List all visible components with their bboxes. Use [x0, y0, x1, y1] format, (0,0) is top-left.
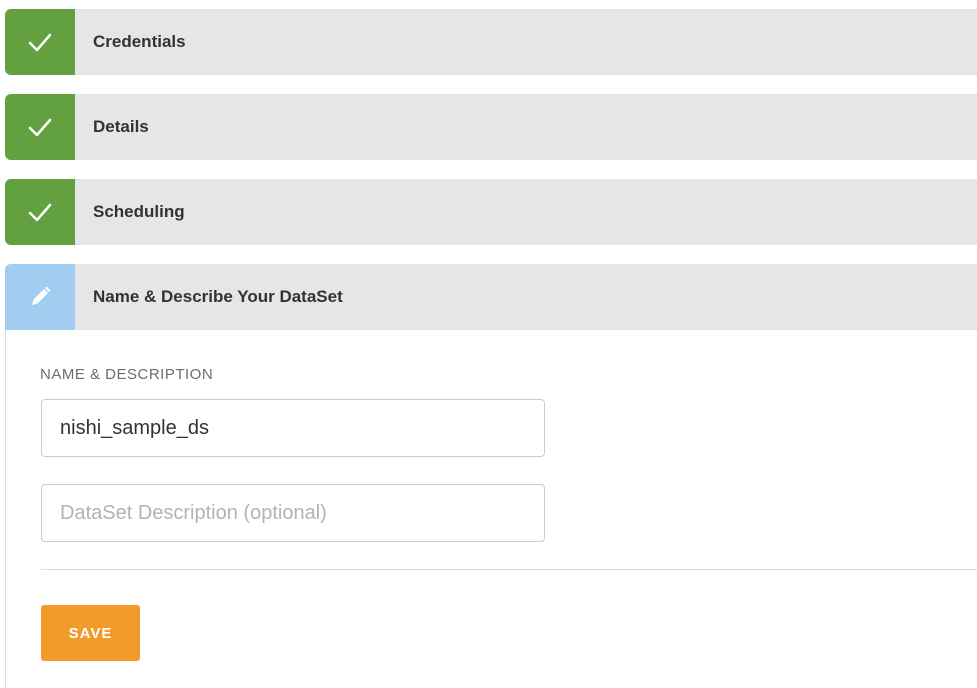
dataset-name-input[interactable]: nishi_sample_ds	[41, 399, 545, 457]
step-title: Details	[93, 117, 149, 136]
step-status-done	[5, 179, 75, 245]
dataset-wizard: Credentials Details Scheduling Name & De…	[0, 0, 977, 688]
step-title: Name & Describe Your DataSet	[93, 287, 343, 306]
section-label: NAME & DESCRIPTION	[40, 366, 214, 383]
save-button[interactable]: SAVE	[41, 605, 140, 661]
step-status-done	[5, 94, 75, 160]
step-title: Scheduling	[93, 202, 185, 221]
check-icon	[28, 118, 52, 137]
check-icon	[28, 203, 52, 222]
step-scheduling[interactable]: Scheduling	[5, 179, 977, 245]
step-status-done	[5, 9, 75, 75]
step-name-describe[interactable]: Name & Describe Your DataSet	[5, 264, 977, 330]
check-icon	[28, 33, 52, 52]
name-describe-panel: NAME & DESCRIPTION nishi_sample_ds DataS…	[5, 330, 977, 688]
step-status-active	[5, 264, 75, 330]
dataset-name-value: nishi_sample_ds	[60, 416, 209, 439]
dataset-description-input[interactable]: DataSet Description (optional)	[41, 484, 545, 542]
pencil-icon	[32, 286, 51, 305]
dataset-description-placeholder: DataSet Description (optional)	[60, 501, 327, 524]
step-details[interactable]: Details	[5, 94, 977, 160]
step-credentials[interactable]: Credentials	[5, 9, 977, 75]
divider	[41, 569, 977, 570]
step-title: Credentials	[93, 32, 186, 51]
